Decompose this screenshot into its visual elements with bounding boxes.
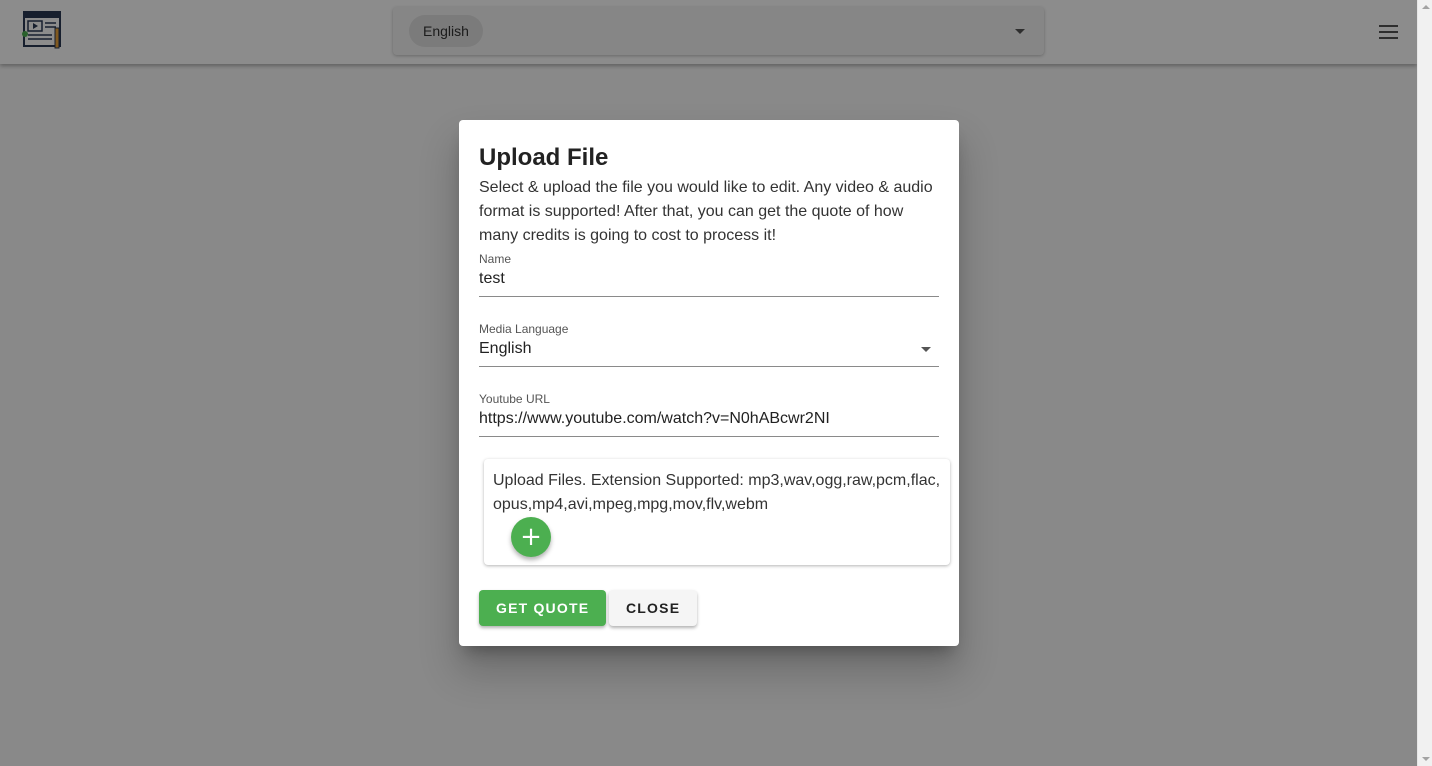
name-label: Name <box>479 252 512 266</box>
file-upload-area[interactable]: Upload Files. Extension Supported: mp3,w… <box>484 459 950 565</box>
page-scrollbar[interactable] <box>1417 0 1432 766</box>
upload-instructions: Upload Files. Extension Supported: mp3,w… <box>493 472 941 513</box>
add-file-button[interactable]: + <box>511 517 551 557</box>
name-input[interactable]: test <box>479 270 939 297</box>
chevron-down-icon[interactable] <box>921 347 931 352</box>
dialog-title: Upload File <box>479 144 609 171</box>
media-language-value: English <box>479 340 532 357</box>
scroll-up-arrow-icon[interactable] <box>1422 5 1430 9</box>
youtube-url-label: Youtube URL <box>479 392 550 406</box>
media-language-select[interactable]: English <box>479 340 939 367</box>
youtube-url-input[interactable]: https://www.youtube.com/watch?v=N0hABcwr… <box>479 410 939 437</box>
media-language-field[interactable]: Media Language English <box>479 322 939 367</box>
scroll-down-arrow-icon[interactable] <box>1422 757 1430 761</box>
youtube-url-field[interactable]: Youtube URL https://www.youtube.com/watc… <box>479 392 939 437</box>
media-language-label: Media Language <box>479 322 569 336</box>
name-field[interactable]: Name test <box>479 252 939 297</box>
dialog-description: Select & upload the file you would like … <box>479 179 933 244</box>
upload-file-dialog: Upload File Select & upload the file you… <box>459 120 959 646</box>
get-quote-button[interactable]: GET QUOTE <box>479 590 607 626</box>
close-button[interactable]: CLOSE <box>609 590 698 626</box>
